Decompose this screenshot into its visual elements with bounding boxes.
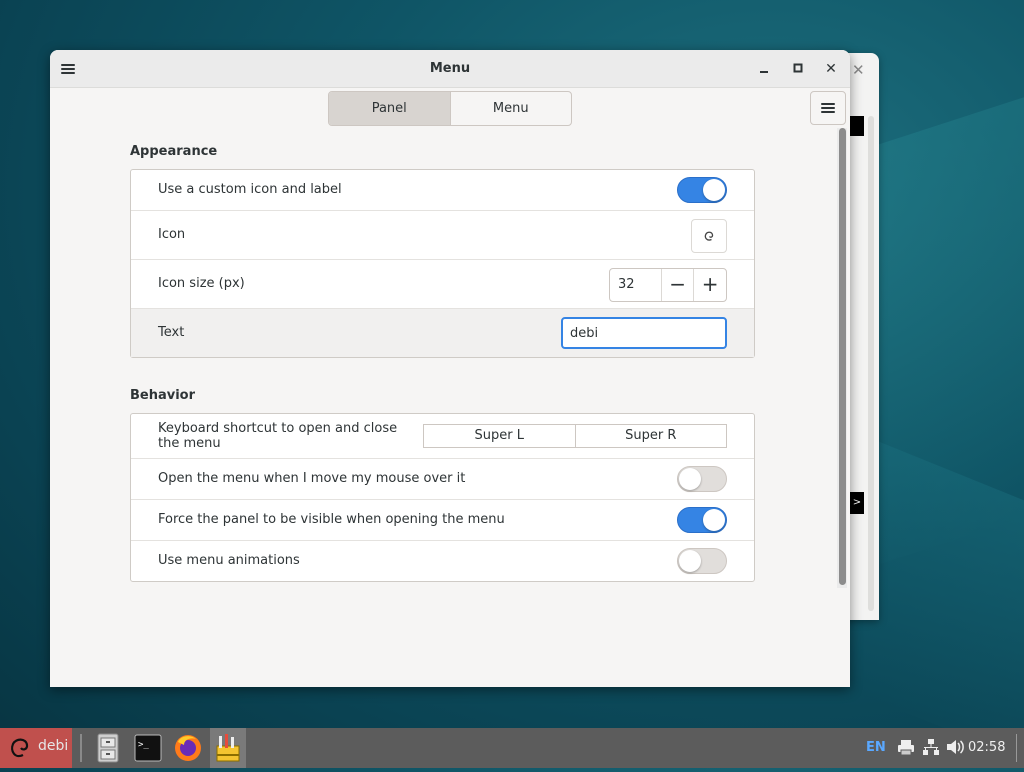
clock[interactable]: 02:58 xyxy=(968,740,1005,755)
list-row-custom-icon[interactable]: Use a custom icon and label xyxy=(131,170,754,211)
show-desktop-edge[interactable] xyxy=(1016,734,1017,762)
tab-panel[interactable]: Panel xyxy=(329,92,450,125)
row-label: Text xyxy=(158,325,185,340)
row-label: Use menu animations xyxy=(158,553,300,568)
files-app-button[interactable] xyxy=(90,728,126,768)
hamburger-icon xyxy=(821,101,835,115)
shortcut-option-super-r[interactable]: Super R xyxy=(574,425,727,447)
close-icon[interactable]: ✕ xyxy=(820,58,842,80)
taskbar: debi >_ EN 02:58 xyxy=(0,728,1024,768)
volume-icon[interactable] xyxy=(945,738,965,760)
behavior-list: Keyboard shortcut to open and close the … xyxy=(130,413,755,582)
list-row-icon[interactable]: Icon xyxy=(131,211,754,260)
row-label: Icon size (px) xyxy=(158,276,245,291)
debian-swirl-icon xyxy=(704,231,714,241)
start-label: debi xyxy=(38,738,69,754)
row-label: Use a custom icon and label xyxy=(158,182,342,197)
scrollbar-thumb[interactable] xyxy=(839,128,846,585)
minus-icon[interactable]: − xyxy=(660,269,694,301)
start-menu-button[interactable]: debi xyxy=(0,728,72,768)
text-field[interactable] xyxy=(561,317,727,349)
shortcut-selector: Super L Super R xyxy=(423,424,727,448)
content-area: Panel Menu Appearance Use a custom icon … xyxy=(50,88,846,687)
scrollbar[interactable] xyxy=(868,116,874,611)
primary-menu-button[interactable] xyxy=(810,91,846,125)
icon-size-value[interactable]: 32 xyxy=(610,269,661,301)
animations-toggle[interactable] xyxy=(677,548,727,574)
tab-menu[interactable]: Menu xyxy=(449,92,572,125)
terminal-icon: >_ xyxy=(134,734,162,762)
settings-app-button[interactable] xyxy=(210,728,246,768)
background-content xyxy=(850,116,864,136)
custom-icon-toggle[interactable] xyxy=(677,177,727,203)
printer-icon[interactable] xyxy=(897,738,915,760)
window-title: Menu xyxy=(429,61,471,76)
taskbar-separator xyxy=(80,734,82,762)
svg-text:>_: >_ xyxy=(138,740,149,750)
list-row-animations[interactable]: Use menu animations xyxy=(131,541,754,581)
icon-chooser-button[interactable] xyxy=(691,219,727,253)
maximize-icon[interactable] xyxy=(787,58,809,80)
force-visible-toggle[interactable] xyxy=(677,507,727,533)
plus-icon[interactable]: + xyxy=(693,269,726,301)
list-row-hover-open[interactable]: Open the menu when I move my mouse over … xyxy=(131,459,754,500)
network-icon[interactable] xyxy=(922,738,940,760)
settings-window: Menu ✕ Panel Menu Appearance Use a custo… xyxy=(50,50,850,687)
row-label: Icon xyxy=(158,227,186,242)
icon-size-spinbutton[interactable]: 32 − + xyxy=(609,268,727,302)
list-row-force-visible[interactable]: Force the panel to be visible when openi… xyxy=(131,500,754,541)
shortcut-option-super-l[interactable]: Super L xyxy=(424,425,575,447)
firefox-app-button[interactable] xyxy=(170,728,206,768)
tab-switcher: Panel Menu xyxy=(328,91,572,126)
minimize-icon[interactable] xyxy=(753,58,775,80)
terminal-app-button[interactable]: >_ xyxy=(130,728,166,768)
debian-swirl-icon xyxy=(11,738,29,758)
row-label: Open the menu when I move my mouse over … xyxy=(158,471,466,486)
list-row-icon-size[interactable]: Icon size (px) 32 − + xyxy=(131,260,754,309)
row-label: Keyboard shortcut to open and close the … xyxy=(158,421,398,451)
list-row-text[interactable]: Text xyxy=(131,309,754,357)
appearance-list: Use a custom icon and label Icon Icon si… xyxy=(130,169,755,358)
row-label: Force the panel to be visible when openi… xyxy=(158,512,505,527)
keyboard-layout-indicator[interactable]: EN xyxy=(866,740,886,755)
list-row-shortcut[interactable]: Keyboard shortcut to open and close the … xyxy=(131,414,754,459)
background-content: > xyxy=(850,492,864,514)
section-title-behavior: Behavior xyxy=(130,388,196,403)
firefox-icon xyxy=(175,735,201,761)
titlebar[interactable]: Menu ✕ xyxy=(50,50,850,88)
files-icon xyxy=(97,733,119,763)
section-title-appearance: Appearance xyxy=(130,144,218,159)
settings-icon xyxy=(216,734,240,762)
close-icon[interactable]: ✕ xyxy=(852,61,865,79)
hover-open-toggle[interactable] xyxy=(677,466,727,492)
scrollbar[interactable] xyxy=(837,128,847,588)
